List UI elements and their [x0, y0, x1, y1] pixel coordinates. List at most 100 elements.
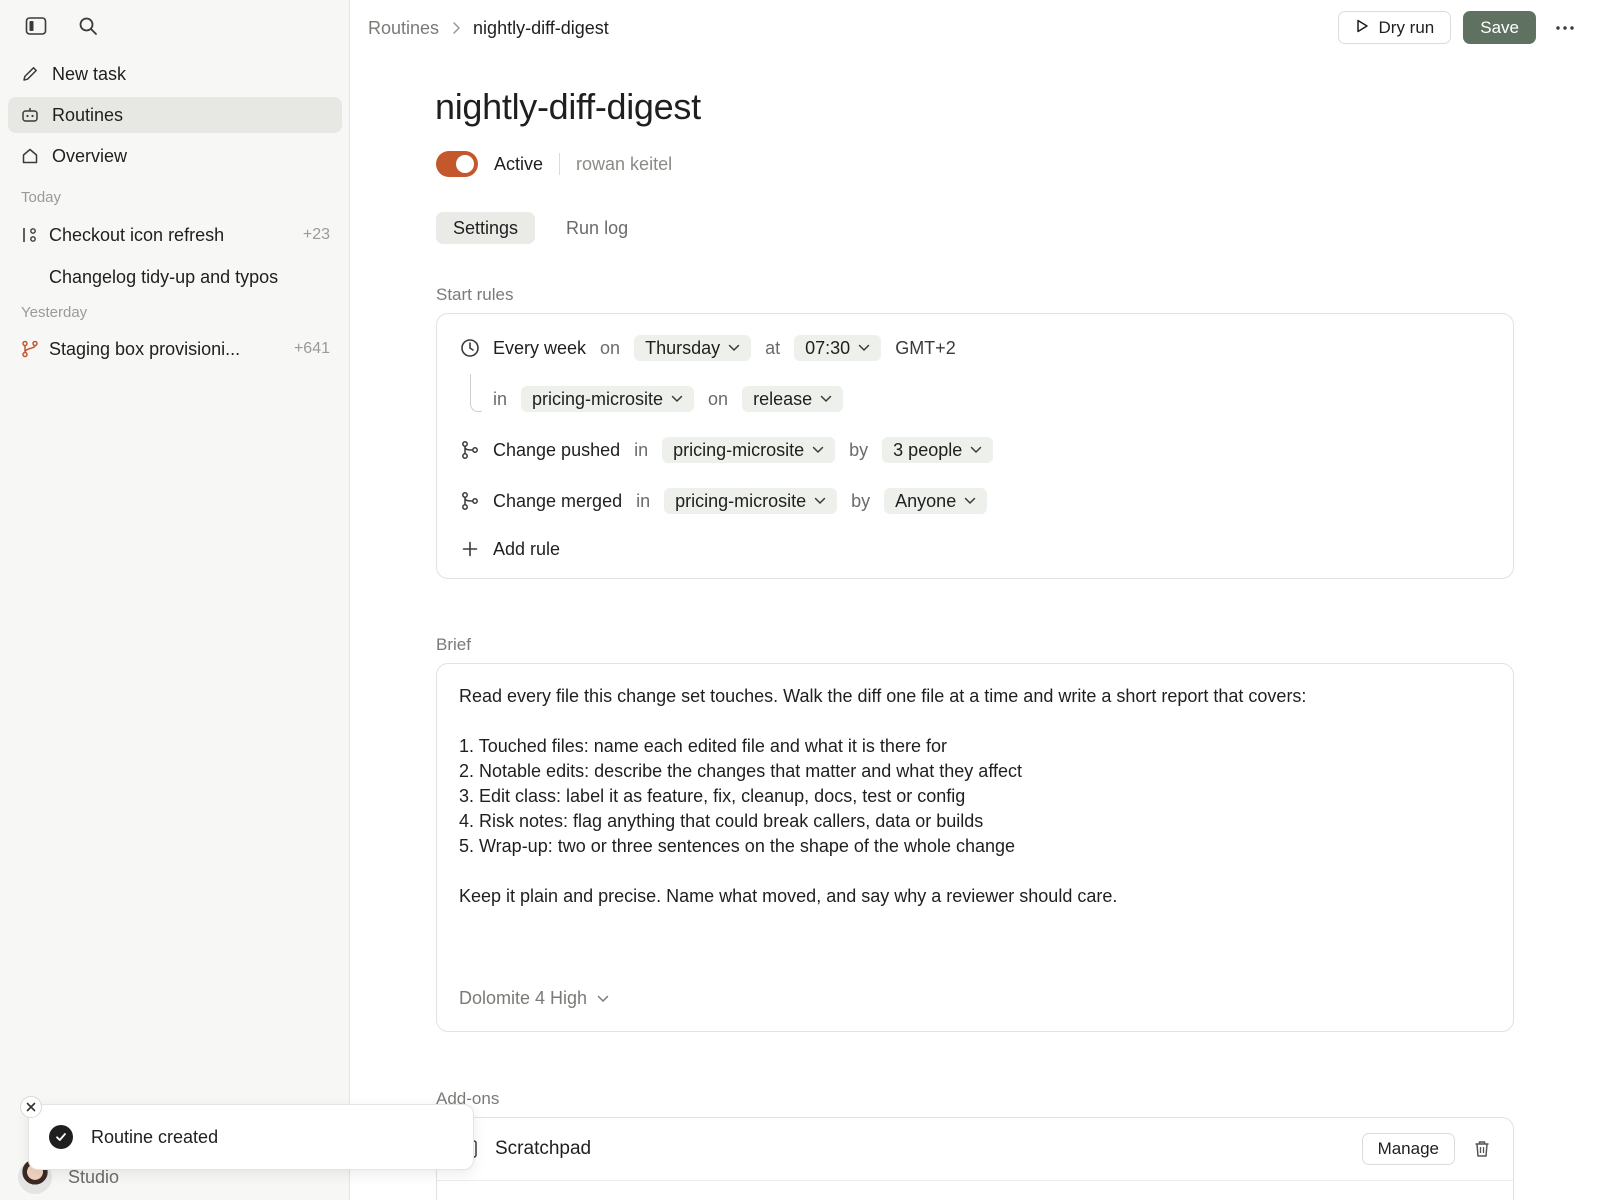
start-rules-label: Start rules: [436, 285, 514, 304]
dry-run-label: Dry run: [1378, 17, 1435, 37]
active-toggle[interactable]: [436, 151, 478, 177]
repo-select[interactable]: pricing-microsite: [662, 437, 836, 463]
task-label: Changelog tidy-up and typos: [49, 266, 279, 287]
author-select[interactable]: Anyone: [884, 488, 988, 514]
chevron-down-icon: [858, 344, 870, 352]
repo-value: pricing-microsite: [675, 490, 807, 511]
toast-close-button[interactable]: [20, 1096, 42, 1118]
tab-run-log[interactable]: Run log: [549, 212, 645, 244]
robot-icon: [20, 105, 40, 125]
toast-notification: Routine created: [28, 1104, 474, 1170]
chevron-down-icon: [971, 446, 982, 454]
brief-item: 4. Risk notes: flag anything that could …: [459, 811, 984, 831]
day-select[interactable]: Thursday: [634, 335, 752, 361]
schedule-scope: in pricing-microsite on release: [493, 385, 844, 413]
toast-message: Routine created: [91, 1126, 219, 1147]
save-button[interactable]: Save: [1463, 11, 1536, 44]
brief-item: 3. Edit class: label it as feature, fix,…: [459, 786, 966, 806]
repo-select[interactable]: pricing-microsite: [664, 488, 838, 514]
task-item[interactable]: Checkout icon refresh +23: [20, 220, 330, 250]
sidebar-item-label: New task: [52, 63, 127, 84]
pencil-icon: [20, 64, 40, 84]
brief-item: 5. Wrap-up: two or three sentences on th…: [459, 836, 1016, 856]
model-select[interactable]: Dolomite 4 High: [459, 988, 609, 1009]
sidebar-toolbar: [24, 14, 100, 38]
addon-name: Scratchpad: [495, 1138, 592, 1159]
toggle-knob: [456, 155, 474, 173]
chevron-down-icon: [814, 497, 826, 505]
keyword-in: in: [634, 439, 649, 460]
event-label[interactable]: Change merged: [493, 491, 622, 512]
sidebar-item-routines[interactable]: Routines: [8, 97, 342, 133]
sidebar-item-label: Routines: [52, 104, 124, 125]
chevron-down-icon: [964, 497, 976, 505]
addons-card: Scratchpad Manage: [436, 1117, 1514, 1200]
chevron-down-icon: [597, 995, 609, 1002]
brief-item: 1. Touched files: name each edited file …: [459, 736, 947, 756]
brief-outro: Keep it plain and precise. Name what mov…: [459, 886, 1118, 906]
brief-intro: Read every file this change set touches.…: [459, 686, 1307, 706]
chevron-down-icon: [671, 395, 683, 403]
add-rule-button[interactable]: Add rule: [459, 535, 560, 563]
section-yesterday: Yesterday: [21, 304, 88, 321]
brief-editor[interactable]: Read every file this change set touches.…: [436, 663, 1514, 1032]
brief-text[interactable]: Read every file this change set touches.…: [459, 684, 1306, 909]
keyword-on: on: [708, 388, 729, 409]
chevron-down-icon: [728, 344, 740, 352]
divider: [559, 153, 561, 175]
breadcrumb: Routines nightly-diff-digest: [368, 16, 609, 40]
start-rules-card: Every week on Thursday at 07:30 GMT+2 in…: [436, 313, 1514, 579]
breadcrumb-parent[interactable]: Routines: [368, 18, 439, 39]
task-count: +23: [302, 226, 330, 243]
home-icon: [20, 146, 40, 166]
plus-icon: [459, 538, 481, 560]
repo-value: pricing-microsite: [532, 388, 664, 409]
pushed-rule: Change pushed in pricing-microsite by 3 …: [459, 436, 994, 464]
keyword-at: at: [765, 337, 781, 358]
search-icon[interactable]: [76, 14, 100, 38]
tab-bar: Settings Run log: [436, 212, 645, 244]
keyword-by: by: [849, 439, 869, 460]
git-merge-icon: [459, 490, 481, 512]
brief-label: Brief: [436, 635, 471, 654]
rule-connector: [470, 374, 482, 412]
play-icon: [1355, 18, 1369, 38]
time-select[interactable]: 07:30: [794, 335, 882, 361]
manage-button[interactable]: Manage: [1361, 1133, 1455, 1165]
repo-value: pricing-microsite: [673, 439, 805, 460]
keyword-in: in: [493, 388, 508, 409]
author-value: 3 people: [893, 439, 963, 460]
author-select[interactable]: 3 people: [882, 437, 994, 463]
keyword-in: in: [636, 490, 651, 511]
chevron-down-icon: [812, 446, 824, 454]
chevron-down-icon: [820, 395, 832, 403]
addon-row: Scratchpad Manage: [437, 1118, 1513, 1180]
merged-rule: Change merged in pricing-microsite by An…: [459, 487, 988, 515]
sidebar-item-overview[interactable]: Overview: [8, 138, 342, 174]
git-branch-icon: [459, 439, 481, 461]
repo-select[interactable]: pricing-microsite: [521, 386, 695, 412]
timezone-label: GMT+2: [895, 337, 956, 358]
frequency-label[interactable]: Every week: [493, 338, 586, 359]
sidebar: New task Routines Overview Today Checkou…: [0, 0, 350, 1200]
breadcrumb-current: nightly-diff-digest: [473, 17, 609, 38]
add-rule-label: Add rule: [493, 538, 561, 559]
check-circle-icon: [49, 1125, 73, 1149]
event-label[interactable]: Change pushed: [493, 440, 620, 461]
model-value: Dolomite 4 High: [459, 988, 588, 1008]
dry-run-button[interactable]: Dry run: [1337, 11, 1452, 44]
more-options-icon[interactable]: [1550, 13, 1580, 43]
task-item[interactable]: Changelog tidy-up and typos: [20, 262, 330, 292]
tab-settings[interactable]: Settings: [436, 212, 536, 244]
time-value: 07:30: [805, 337, 851, 358]
owner-name: rowan keitel: [576, 153, 673, 174]
addon-divider: [437, 1180, 1513, 1181]
sidebar-toggle-icon[interactable]: [24, 14, 48, 38]
branch-select[interactable]: release: [742, 386, 844, 412]
keyword-on: on: [600, 337, 621, 358]
sidebar-item-new-task[interactable]: New task: [8, 56, 342, 92]
sidebar-item-label: Overview: [52, 145, 128, 166]
trash-icon[interactable]: [1471, 1138, 1493, 1160]
task-label: Staging box provisioni...: [49, 338, 241, 359]
task-item[interactable]: Staging box provisioni... +641: [20, 334, 330, 364]
